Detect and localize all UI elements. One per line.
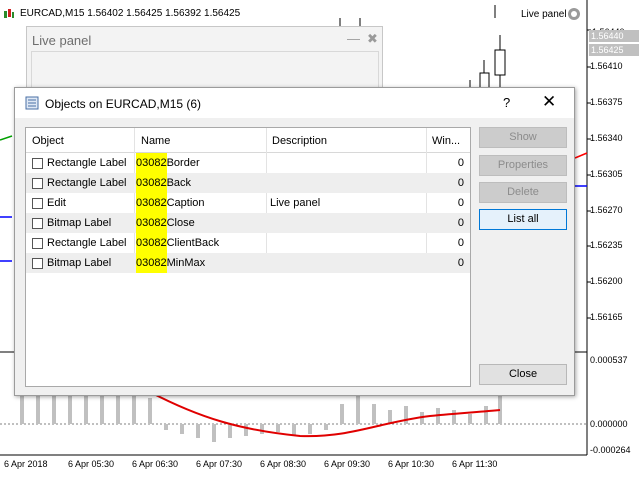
- row-checkbox[interactable]: [32, 258, 43, 269]
- row-checkbox[interactable]: [32, 198, 43, 209]
- row-window: 0: [457, 257, 464, 269]
- name-prefix-highlight: 03082: [136, 253, 167, 273]
- table-header: Object Name Description Win...: [26, 128, 470, 153]
- row-object-name: 03082ClientBack: [136, 233, 219, 253]
- row-window: 0: [457, 157, 464, 169]
- row-object-name: 03082MinMax: [136, 253, 205, 273]
- row-checkbox[interactable]: [32, 238, 43, 249]
- row-window: 0: [457, 197, 464, 209]
- price-label: 1.56200: [590, 276, 623, 286]
- row-object-type: Rectangle Label: [47, 177, 127, 189]
- table-row[interactable]: Bitmap Label 03082MinMax 0: [26, 253, 470, 273]
- time-label: 6 Apr 11:30: [452, 459, 498, 469]
- live-panel[interactable]: Live panel — ✖: [26, 26, 383, 96]
- time-label: 6 Apr 2018: [4, 459, 48, 469]
- table-row[interactable]: Bitmap Label 03082Close 0: [26, 213, 470, 233]
- row-window: 0: [457, 177, 464, 189]
- row-object-type: Bitmap Label: [47, 257, 112, 269]
- symbol-quote-line: EURCAD,M15 1.56402 1.56425 1.56392 1.564…: [20, 7, 241, 19]
- minimize-icon[interactable]: —: [347, 31, 360, 46]
- row-window: 0: [457, 237, 464, 249]
- row-object-type: Edit: [47, 197, 66, 209]
- live-panel-tag: Live panel: [521, 9, 567, 20]
- objects-table[interactable]: Object Name Description Win... Rectangle…: [25, 127, 471, 387]
- time-label: 6 Apr 06:30: [132, 459, 179, 469]
- price-label: 1.56165: [590, 312, 623, 322]
- row-object-type: Rectangle Label: [47, 237, 127, 249]
- dialog-title: Objects on EURCAD,M15 (6): [45, 97, 202, 111]
- table-row[interactable]: Rectangle Label 03082Back 0: [26, 173, 470, 193]
- price-label: 1.56375: [590, 97, 623, 107]
- time-label: 6 Apr 10:30: [388, 459, 435, 469]
- name-suffix: Back: [166, 177, 192, 189]
- price-label: 1.56410: [590, 61, 623, 71]
- name-suffix: Caption: [166, 197, 205, 209]
- name-prefix-highlight: 03082: [136, 193, 167, 213]
- row-object-name: 03082Caption: [136, 193, 205, 213]
- row-description: Live panel: [270, 197, 321, 209]
- row-object-name: 03082Border: [136, 153, 200, 173]
- help-button[interactable]: ?: [503, 95, 510, 110]
- indicator-level: 0.000000: [590, 419, 628, 429]
- row-object-type: Rectangle Label: [47, 157, 127, 169]
- time-label: 6 Apr 05:30: [68, 459, 115, 469]
- dialog-close-icon[interactable]: ✕: [542, 92, 556, 112]
- column-header-window[interactable]: Win...: [432, 135, 460, 147]
- row-checkbox[interactable]: [32, 158, 43, 169]
- row-object-type: Bitmap Label: [47, 217, 112, 229]
- name-suffix: Border: [166, 157, 200, 169]
- close-icon[interactable]: ✖: [367, 31, 378, 47]
- bid-price-box: 1.56425: [589, 44, 639, 56]
- name-prefix-highlight: 03082: [136, 233, 167, 253]
- indicator-histogram: [20, 394, 502, 442]
- name-prefix-highlight: 03082: [136, 173, 167, 193]
- objects-list-icon: [25, 96, 39, 110]
- dialog-titlebar[interactable]: Objects on EURCAD,M15 (6) ? ✕: [15, 88, 574, 118]
- table-row[interactable]: Edit 03082Caption Live panel 0: [26, 193, 470, 213]
- column-header-object[interactable]: Object: [32, 135, 64, 147]
- name-suffix: ClientBack: [166, 237, 220, 249]
- price-label: 1.56235: [590, 240, 623, 250]
- column-header-name[interactable]: Name: [141, 135, 170, 147]
- objects-dialog[interactable]: Objects on EURCAD,M15 (6) ? ✕ Object Nam…: [14, 87, 575, 396]
- indicator-level: -0.000264: [590, 445, 631, 455]
- properties-button[interactable]: Properties: [479, 155, 567, 176]
- column-header-description[interactable]: Description: [272, 135, 327, 147]
- row-checkbox[interactable]: [32, 218, 43, 229]
- row-window: 0: [457, 217, 464, 229]
- row-object-name: 03082Back: [136, 173, 191, 193]
- name-suffix: MinMax: [166, 257, 206, 269]
- list-all-button[interactable]: List all: [479, 209, 567, 230]
- table-row[interactable]: Rectangle Label 03082Border 0: [26, 153, 470, 173]
- delete-button[interactable]: Delete: [479, 182, 567, 203]
- price-label: 1.56305: [590, 169, 623, 179]
- chart-type-icon: [3, 8, 15, 20]
- name-suffix: Close: [166, 217, 195, 229]
- row-object-name: 03082Close: [136, 213, 195, 233]
- price-box: 1.56440: [589, 30, 639, 42]
- name-prefix-highlight: 03082: [136, 213, 167, 233]
- indicator-level: 0.000537: [590, 355, 628, 365]
- row-checkbox[interactable]: [32, 178, 43, 189]
- price-label: 1.56340: [590, 133, 623, 143]
- price-label: 1.56270: [590, 205, 623, 215]
- name-prefix-highlight: 03082: [136, 153, 167, 173]
- live-panel-title: Live panel: [32, 33, 92, 48]
- live-panel-tag-icon[interactable]: [567, 7, 581, 21]
- time-label: 6 Apr 07:30: [196, 459, 243, 469]
- chart-header: EURCAD,M15 1.56402 1.56425 1.56392 1.564…: [0, 0, 590, 26]
- time-label: 6 Apr 09:30: [324, 459, 371, 469]
- show-button[interactable]: Show: [479, 127, 567, 148]
- time-label: 6 Apr 08:30: [260, 459, 307, 469]
- close-button[interactable]: Close: [479, 364, 567, 385]
- table-row[interactable]: Rectangle Label 03082ClientBack 0: [26, 233, 470, 253]
